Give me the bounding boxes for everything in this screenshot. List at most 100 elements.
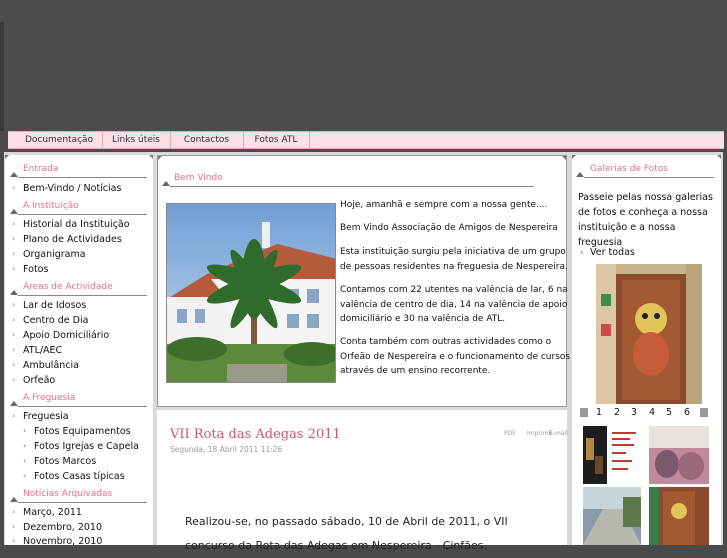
section-title-entrada: Entrada	[23, 164, 59, 174]
submenu-item-marcos[interactable]: Fotos Marcos	[34, 456, 96, 467]
article-date: Segunda, 18 Abril 2011 11:26	[170, 445, 283, 454]
corner-decoration	[5, 155, 9, 159]
section-divider	[18, 177, 147, 178]
nav-links-uteis[interactable]: Links úteis	[102, 132, 171, 148]
chevron-right-icon: ›	[12, 183, 16, 192]
menu-item-freguesia[interactable]: Freguesia	[23, 411, 69, 422]
section-arrow-icon	[10, 497, 18, 502]
chevron-right-icon: ›	[12, 300, 16, 309]
welcome-paragraph-1: Hoje, amanhã e sempre com a nossa gente.…	[340, 200, 548, 210]
chevron-right-icon: ›	[23, 456, 27, 465]
gallery-thumb-2[interactable]	[610, 426, 641, 484]
corner-decoration	[717, 155, 721, 159]
chevron-right-icon: ›	[12, 507, 16, 516]
section-divider	[18, 502, 147, 503]
gallery-thumb-4[interactable]	[583, 487, 641, 545]
corner-decoration	[158, 156, 162, 160]
article-body: Realizou-se, no passado sábado, 10 de Ab…	[185, 510, 547, 558]
institution-photo	[166, 203, 336, 383]
gallery-page-2[interactable]: 2	[614, 407, 620, 418]
welcome-title: Bem Vindo	[174, 173, 223, 183]
gallery-page-6[interactable]: 6	[684, 407, 690, 418]
welcome-paragraph-2: Bem Vindo Associação de Amigos de Nesper…	[340, 223, 558, 233]
gallery-view-all-link[interactable]: Ver todas	[590, 247, 635, 258]
menu-item-plano[interactable]: Plano de Actividades	[23, 234, 122, 245]
section-arrow-icon	[10, 209, 18, 214]
chevron-right-icon: ›	[23, 426, 27, 435]
section-title-noticias: Notícias Arquivadas	[23, 489, 113, 499]
section-arrow-icon	[10, 172, 18, 177]
chevron-right-icon: ›	[12, 264, 16, 273]
menu-item-apoio[interactable]: Apoio Domiciliário	[23, 330, 109, 341]
gallery-page-5[interactable]: 5	[666, 407, 672, 418]
top-navigation: Documentação Links úteis Contactos Fotos…	[8, 131, 724, 149]
section-title-freguesia: A Freguesia	[23, 393, 76, 403]
corner-decoration	[149, 155, 153, 159]
chevron-right-icon: ›	[23, 441, 27, 450]
welcome-paragraph-3-line-1: Esta instituição surgiu pela iniciativa …	[340, 247, 566, 257]
menu-item-historial[interactable]: Historial da Instituição	[23, 219, 130, 230]
pdf-icon[interactable]: PDF	[504, 430, 516, 437]
nav-contactos[interactable]: Contactos	[170, 132, 244, 148]
section-arrow-icon	[576, 172, 584, 177]
submenu-item-igrejas[interactable]: Fotos Igrejas e Capela	[34, 441, 139, 452]
gallery-page-4[interactable]: 4	[649, 407, 655, 418]
chevron-right-icon: ›	[12, 234, 16, 243]
welcome-paragraph-4-line-2: valência de centro de dia, 14 na valênci…	[340, 300, 568, 310]
gallery-next-button[interactable]	[700, 408, 708, 417]
section-title-areas: Áreas de Actividade	[23, 282, 113, 292]
article-title[interactable]: VII Rota das Adegas 2011	[170, 427, 341, 442]
gallery-title: Galerias de Fotos	[590, 164, 668, 174]
section-arrow-icon	[10, 401, 18, 406]
menu-item-atl[interactable]: ATL/AEC	[23, 345, 62, 356]
gallery-thumb-1[interactable]	[583, 426, 607, 484]
chevron-right-icon: ›	[12, 536, 16, 545]
welcome-paragraph-4-line-3: domiciliário e 30 na valência de ATL.	[340, 314, 506, 324]
menu-item-organigrama[interactable]: Organigrama	[23, 249, 86, 260]
menu-item-bem-vindo[interactable]: Bem-Vindo / Notícias	[23, 183, 121, 194]
welcome-paragraph-4-line-1: Contamos com 22 utentes na valência de l…	[340, 285, 568, 295]
chevron-right-icon: ›	[12, 522, 16, 531]
welcome-paragraph-5-line-2: Orfeão de Nespereira e o funcionamento d…	[340, 352, 571, 362]
archive-item-dezembro[interactable]: Dezembro, 2010	[23, 522, 102, 533]
nav-documentacao[interactable]: Documentação	[16, 132, 103, 148]
gallery-description: Passeie pelas nossa galerias de fotos e …	[578, 192, 713, 248]
section-title-instituicao: A Instituição	[23, 201, 79, 211]
corner-decoration	[572, 155, 576, 159]
chevron-right-icon: ›	[12, 330, 16, 339]
welcome-paragraph-5-line-1: Conta também com outras actividades como…	[340, 337, 552, 347]
menu-item-orfeao[interactable]: Orfeão	[23, 375, 55, 386]
welcome-paragraph-5-line-3: através de um ensino recorrente.	[340, 366, 491, 376]
gallery-page-3[interactable]: 3	[631, 407, 637, 418]
gallery-page-1[interactable]: 1	[596, 407, 602, 418]
header-strip	[0, 22, 4, 131]
nav-fotos-atl[interactable]: Fotos ATL	[243, 132, 310, 148]
section-divider	[18, 295, 147, 296]
menu-item-fotos[interactable]: Fotos	[23, 264, 48, 275]
chevron-right-icon: ›	[12, 219, 16, 228]
welcome-paragraph-3-line-2: de pessoas residentes na freguesia de Ne…	[340, 262, 568, 272]
menu-item-ambulancia[interactable]: Ambulância	[23, 360, 79, 371]
section-divider	[170, 186, 534, 187]
article-body-line-2: concurso da Rota das Adegas em Nespereir…	[185, 539, 487, 552]
section-arrow-icon	[10, 290, 18, 295]
chevron-right-icon: ›	[12, 375, 16, 384]
site-header	[0, 0, 727, 131]
gallery-thumb-5[interactable]	[649, 487, 709, 545]
submenu-item-casas[interactable]: Fotos Casas típicas	[34, 471, 125, 482]
chevron-right-icon: ›	[12, 249, 16, 258]
menu-item-lar-idosos[interactable]: Lar de Idosos	[23, 300, 86, 311]
gallery-thumb-3[interactable]	[649, 426, 709, 484]
archive-item-novembro[interactable]: Novembro, 2010	[23, 536, 102, 547]
email-icon[interactable]: E-mail	[549, 430, 568, 437]
menu-item-centro-dia[interactable]: Centro de Dia	[23, 315, 88, 326]
chevron-right-icon: ›	[580, 248, 584, 258]
submenu-item-equipamentos[interactable]: Fotos Equipamentos	[34, 426, 131, 437]
gallery-main-photo[interactable]	[596, 264, 702, 404]
chevron-right-icon: ›	[12, 315, 16, 324]
section-divider	[18, 406, 147, 407]
gallery-prev-button[interactable]	[580, 408, 588, 417]
chevron-right-icon: ›	[12, 411, 16, 420]
archive-item-marco[interactable]: Março, 2011	[23, 507, 82, 518]
chevron-right-icon: ›	[12, 345, 16, 354]
